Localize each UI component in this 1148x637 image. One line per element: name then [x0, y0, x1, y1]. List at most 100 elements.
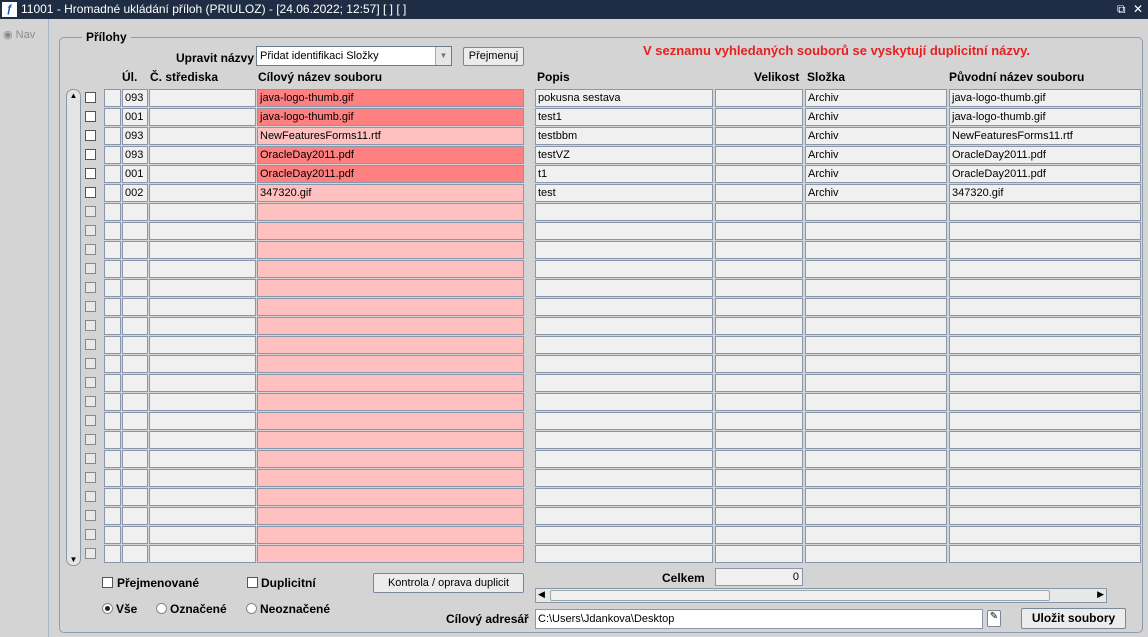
cell-stredisko[interactable]: [149, 336, 256, 354]
cell-cilovy[interactable]: [257, 507, 524, 525]
cell-slozka[interactable]: [805, 355, 947, 373]
cell-slozka[interactable]: [805, 507, 947, 525]
cell-stredisko[interactable]: [149, 127, 256, 145]
cell-stredisko[interactable]: [149, 488, 256, 506]
cell-popis[interactable]: [535, 241, 713, 259]
cell-velikost[interactable]: [715, 260, 803, 278]
cell-velikost[interactable]: [715, 184, 803, 202]
cell-cilovy[interactable]: [257, 298, 524, 316]
cell-ul[interactable]: [122, 355, 148, 373]
cell-cilovy[interactable]: [257, 545, 524, 563]
cell-puvodni[interactable]: java-logo-thumb.gif: [949, 89, 1141, 107]
cell-velikost[interactable]: [715, 298, 803, 316]
row-select-checkbox[interactable]: [85, 434, 96, 445]
row-select-checkbox[interactable]: [85, 453, 96, 464]
cell-puvodni[interactable]: OracleDay2011.pdf: [949, 146, 1141, 164]
cell-slozka[interactable]: [805, 450, 947, 468]
cell-ul[interactable]: [122, 336, 148, 354]
cell-stredisko[interactable]: [149, 317, 256, 335]
cell-popis[interactable]: testVZ: [535, 146, 713, 164]
cell-velikost[interactable]: [715, 412, 803, 430]
cell-cilovy[interactable]: [257, 260, 524, 278]
cell-stredisko[interactable]: [149, 431, 256, 449]
cell-popis[interactable]: [535, 488, 713, 506]
cell-slozka[interactable]: Archiv: [805, 108, 947, 126]
row-select-checkbox[interactable]: [85, 187, 96, 198]
cell-ul[interactable]: [122, 374, 148, 392]
browse-folder-icon[interactable]: ✎: [987, 610, 1001, 627]
cell-cilovy[interactable]: [257, 203, 524, 221]
cell-stredisko[interactable]: [149, 89, 256, 107]
cell-slozka[interactable]: Archiv: [805, 165, 947, 183]
cell-puvodni[interactable]: [949, 545, 1141, 563]
cell-ul[interactable]: [122, 298, 148, 316]
cell-stredisko[interactable]: [149, 355, 256, 373]
cell-popis[interactable]: [535, 279, 713, 297]
cell-puvodni[interactable]: [949, 298, 1141, 316]
cell-slozka[interactable]: Archiv: [805, 184, 947, 202]
cell-velikost[interactable]: [715, 507, 803, 525]
row-indicator[interactable]: [104, 89, 121, 107]
cell-puvodni[interactable]: OracleDay2011.pdf: [949, 165, 1141, 183]
row-select-checkbox[interactable]: [85, 282, 96, 293]
scroll-down-icon[interactable]: ▼: [67, 555, 80, 564]
vertical-scrollbar[interactable]: ▲ ▼: [66, 89, 81, 566]
row-indicator[interactable]: [104, 298, 121, 316]
cell-stredisko[interactable]: [149, 260, 256, 278]
cell-ul[interactable]: [122, 431, 148, 449]
row-select-checkbox[interactable]: [85, 377, 96, 388]
cell-popis[interactable]: [535, 412, 713, 430]
cell-cilovy[interactable]: [257, 526, 524, 544]
radio-marked[interactable]: [156, 603, 167, 614]
cell-velikost[interactable]: [715, 317, 803, 335]
row-indicator[interactable]: [104, 165, 121, 183]
cell-ul[interactable]: 093: [122, 146, 148, 164]
cell-stredisko[interactable]: [149, 241, 256, 259]
cell-cilovy[interactable]: [257, 317, 524, 335]
cell-ul[interactable]: [122, 279, 148, 297]
rename-select[interactable]: Přidat identifikaci Složky ▼: [256, 46, 452, 66]
cell-velikost[interactable]: [715, 241, 803, 259]
cell-slozka[interactable]: [805, 336, 947, 354]
cell-stredisko[interactable]: [149, 393, 256, 411]
cell-cilovy[interactable]: [257, 412, 524, 430]
cell-puvodni[interactable]: NewFeaturesForms11.rtf: [949, 127, 1141, 145]
cell-puvodni[interactable]: [949, 317, 1141, 335]
row-indicator[interactable]: [104, 203, 121, 221]
cell-popis[interactable]: [535, 469, 713, 487]
cell-stredisko[interactable]: [149, 545, 256, 563]
cell-cilovy[interactable]: [257, 469, 524, 487]
cell-cilovy[interactable]: [257, 279, 524, 297]
row-select-checkbox[interactable]: [85, 396, 96, 407]
row-indicator[interactable]: [104, 355, 121, 373]
cell-slozka[interactable]: [805, 488, 947, 506]
cell-popis[interactable]: testbbm: [535, 127, 713, 145]
cell-velikost[interactable]: [715, 431, 803, 449]
cell-cilovy[interactable]: [257, 431, 524, 449]
cell-velikost[interactable]: [715, 336, 803, 354]
row-select-checkbox[interactable]: [85, 263, 96, 274]
cell-slozka[interactable]: Archiv: [805, 127, 947, 145]
cell-velikost[interactable]: [715, 279, 803, 297]
cell-ul[interactable]: 093: [122, 89, 148, 107]
cell-ul[interactable]: [122, 241, 148, 259]
save-files-button[interactable]: Uložit soubory: [1021, 608, 1126, 629]
cell-popis[interactable]: [535, 317, 713, 335]
nav-radio[interactable]: ◉ Nav: [3, 28, 35, 41]
cell-ul[interactable]: [122, 203, 148, 221]
row-select-checkbox[interactable]: [85, 206, 96, 217]
cell-cilovy[interactable]: [257, 336, 524, 354]
row-select-checkbox[interactable]: [85, 415, 96, 426]
row-select-checkbox[interactable]: [85, 491, 96, 502]
duplicate-checkbox[interactable]: [247, 577, 258, 588]
cell-slozka[interactable]: [805, 222, 947, 240]
cell-slozka[interactable]: [805, 469, 947, 487]
cell-stredisko[interactable]: [149, 526, 256, 544]
cell-cilovy[interactable]: [257, 450, 524, 468]
row-indicator[interactable]: [104, 336, 121, 354]
scroll-up-icon[interactable]: ▲: [67, 91, 80, 100]
cell-puvodni[interactable]: [949, 469, 1141, 487]
row-indicator[interactable]: [104, 374, 121, 392]
cell-popis[interactable]: [535, 355, 713, 373]
cell-slozka[interactable]: Archiv: [805, 89, 947, 107]
